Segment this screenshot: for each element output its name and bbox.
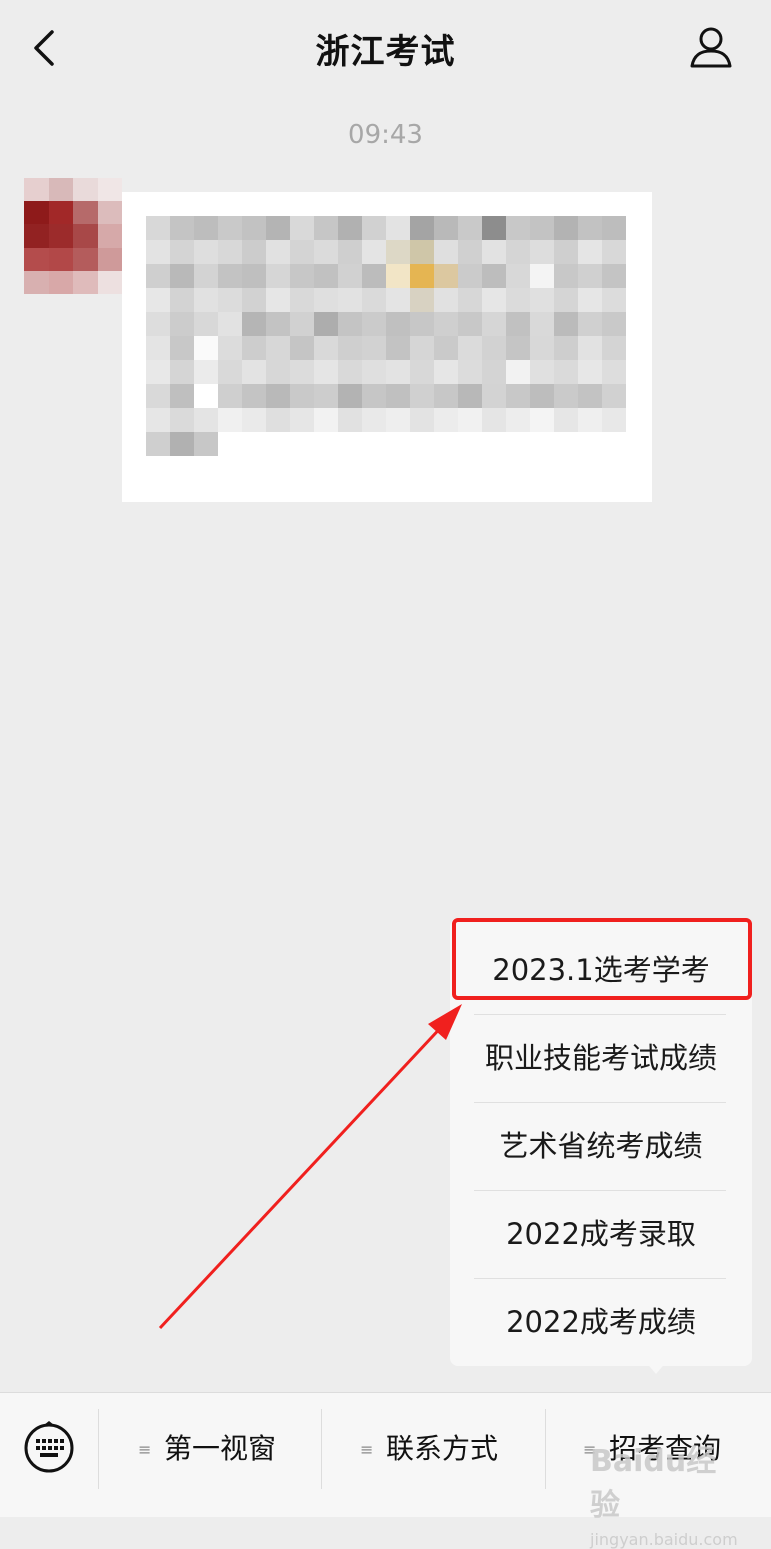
keyboard-icon: [24, 1421, 74, 1473]
popup-pointer: [644, 1360, 668, 1374]
message-bubble[interactable]: [122, 192, 652, 502]
menu-item-art-exam-score[interactable]: 艺术省统考成绩: [450, 1102, 752, 1190]
list-icon: ≡: [138, 1440, 152, 1459]
official-account-avatar[interactable]: [24, 178, 122, 294]
menu-separator: [545, 1409, 546, 1489]
menu-separator: [321, 1409, 322, 1489]
highlight-box: [452, 918, 752, 1000]
watermark-logo-text: Baidu经验: [590, 1444, 717, 1523]
menu-tab-label: 联系方式: [386, 1432, 499, 1465]
menu-tab-contact[interactable]: ≡ 联系方式: [360, 1423, 498, 1475]
menu-tab-label: 第一视窗: [164, 1432, 277, 1465]
menu-tab-first-window[interactable]: ≡ 第一视窗: [138, 1423, 276, 1475]
keyboard-toggle-button[interactable]: [22, 1421, 76, 1475]
menu-item-2022-adult-score[interactable]: 2022成考成绩: [450, 1278, 752, 1366]
profile-button[interactable]: [688, 24, 734, 70]
page-title: 浙江考试: [315, 32, 456, 72]
menu-separator: [98, 1409, 99, 1489]
menu-item-2022-adult-admission[interactable]: 2022成考录取: [450, 1190, 752, 1278]
list-icon: ≡: [360, 1440, 374, 1459]
user-icon: [690, 27, 732, 68]
nav-bar: 浙江考试: [0, 0, 771, 96]
menu-item-vocational-skills-score[interactable]: 职业技能考试成绩: [450, 1014, 752, 1102]
message-timestamp: 09:43: [348, 120, 423, 150]
watermark: Baidu经验 jingyan.baidu.com: [590, 1436, 740, 1549]
blurred-message-content: [146, 216, 626, 456]
watermark-url: jingyan.baidu.com: [590, 1530, 738, 1549]
